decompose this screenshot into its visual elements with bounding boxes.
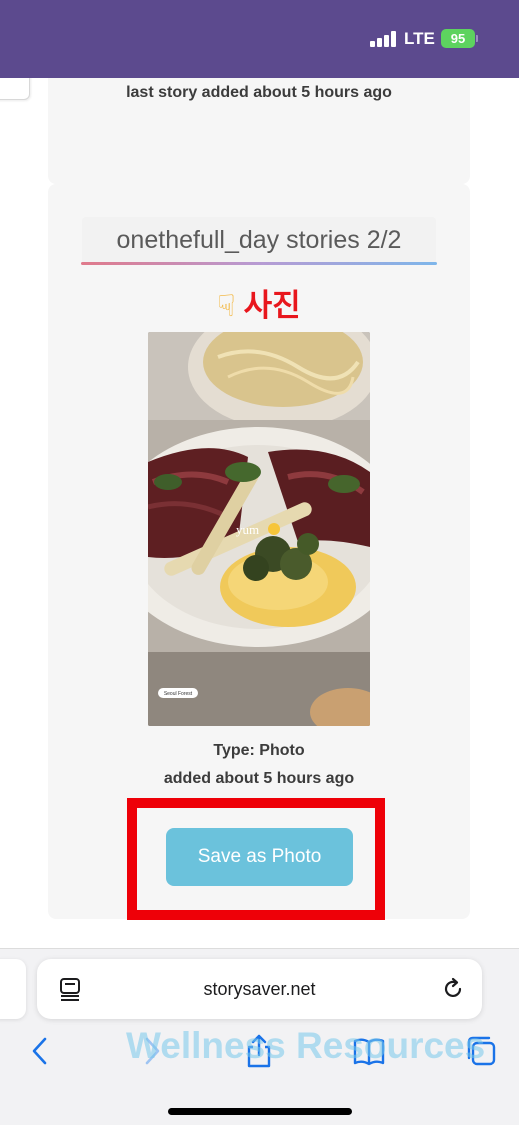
story-card: onethefull_day stories 2/2 ☟ 사진 Seoul Fo… <box>48 184 470 920</box>
food-photo-image: Seoul Forest yum <box>148 332 370 726</box>
browser-bottom-bar: storysaver.net Wellness Resources <box>0 948 519 1125</box>
story-photo[interactable]: Seoul Forest yum <box>148 332 370 726</box>
media-type-text: 사진 <box>243 288 301 324</box>
story-type: Type: Photo <box>213 742 305 759</box>
battery-icon: 95 <box>441 29 475 48</box>
story-added-time: added about 5 hours ago <box>163 770 355 787</box>
web-page: last story added about 5 hours ago oneth… <box>0 78 519 948</box>
highlight-annotation-box <box>127 798 385 920</box>
story-title: onethefull_day stories 2/2 <box>82 217 436 265</box>
previous-story-card: last story added about 5 hours ago <box>48 78 470 184</box>
battery-level: 95 <box>450 31 466 46</box>
signal-icon <box>370 31 396 47</box>
url-text[interactable]: storysaver.net <box>37 959 482 1019</box>
side-tab[interactable] <box>0 78 30 100</box>
status-bar: LTE 95 <box>0 0 519 78</box>
address-bar[interactable]: storysaver.net <box>37 959 482 1019</box>
network-label: LTE <box>404 29 435 48</box>
home-indicator[interactable] <box>168 1108 352 1115</box>
media-type-label: ☟ 사진 <box>48 280 470 325</box>
back-icon[interactable] <box>24 1033 58 1069</box>
photo-caption: yum <box>236 522 259 537</box>
last-story-text: last story added about 5 hours ago <box>126 84 392 101</box>
battery-cap <box>476 35 478 42</box>
title-underline <box>81 262 437 265</box>
photo-location-tag: Seoul Forest <box>164 691 193 697</box>
reload-icon[interactable] <box>441 977 465 1001</box>
watermark-text: Wellness Resources <box>126 1025 486 1066</box>
pointing-hand-down-icon: ☟ <box>217 289 236 324</box>
previous-tab-peek[interactable] <box>0 959 26 1019</box>
